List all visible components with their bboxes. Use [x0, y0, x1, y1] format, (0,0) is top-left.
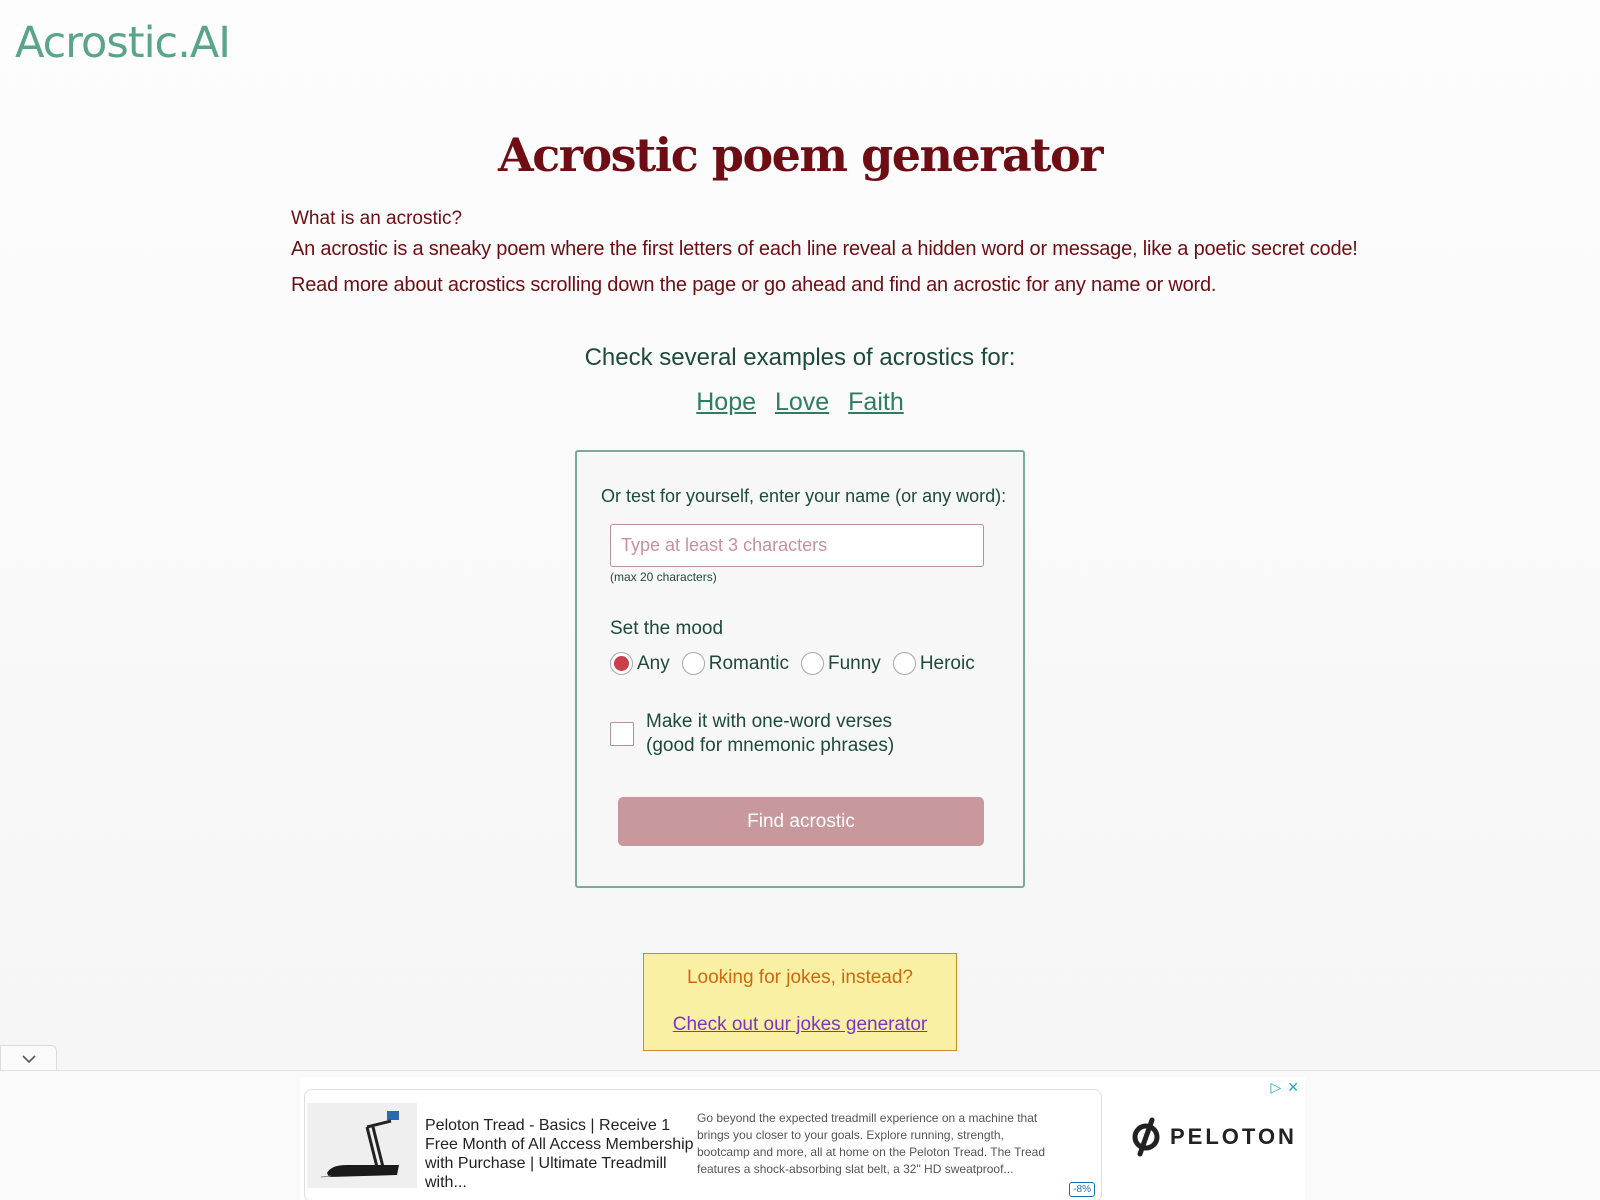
name-input[interactable]: [610, 524, 984, 567]
ad-description: Go beyond the expected treadmill experie…: [697, 1111, 1045, 1176]
mood-option-romantic[interactable]: Romantic: [681, 652, 789, 675]
ad-banner: Peloton Tread - Basics | Receive 1 Free …: [0, 1070, 1600, 1200]
radio-button[interactable]: [892, 652, 916, 675]
intro-paragraph: Read more about acrostics scrolling down…: [291, 274, 1217, 296]
treadmill-icon: [320, 1111, 399, 1178]
mood-radio-group: Any Romantic Funny Heroic: [610, 652, 987, 675]
one-word-label: Make it with one-word verses (good for m…: [646, 710, 894, 758]
ad-container: Peloton Tread - Basics | Receive 1 Free …: [300, 1077, 1305, 1200]
one-word-checkbox[interactable]: [610, 722, 634, 746]
intro-section: What is an acrostic? An acrostic is a sn…: [291, 208, 1358, 310]
mood-option-label: Funny: [828, 652, 881, 674]
mood-option-label: Romantic: [708, 652, 789, 674]
max-chars-hint: (max 20 characters): [610, 570, 717, 584]
site-logo[interactable]: Acrostic.AI: [15, 18, 231, 68]
peloton-logo-icon: [1132, 1117, 1160, 1157]
chevron-down-icon: [21, 1054, 36, 1063]
ad-headline[interactable]: Peloton Tread - Basics | Receive 1 Free …: [425, 1116, 703, 1192]
acrostic-form: Or test for yourself, enter your name (o…: [575, 450, 1025, 888]
mood-option-label: Any: [637, 652, 670, 674]
radio-button-checked[interactable]: [610, 652, 633, 675]
mood-option-any[interactable]: Any: [610, 652, 670, 675]
ad-discount-badge: -8%: [1069, 1182, 1095, 1197]
mood-option-funny[interactable]: Funny: [801, 652, 881, 675]
ad-brand-name: PELOTON: [1170, 1124, 1297, 1149]
close-icon[interactable]: ✕: [1287, 1079, 1299, 1096]
radio-button[interactable]: [801, 652, 824, 675]
example-link-faith[interactable]: Faith: [848, 388, 904, 416]
ad-brand-logo[interactable]: PELOTON: [1130, 1117, 1297, 1157]
find-acrostic-button[interactable]: Find acrostic: [618, 797, 984, 846]
ad-choices[interactable]: ▷ ✕: [1270, 1079, 1299, 1096]
treadmill-image: [307, 1103, 417, 1188]
mood-option-heroic[interactable]: Heroic: [892, 652, 975, 675]
example-link-hope[interactable]: Hope: [696, 388, 756, 416]
one-word-label-line1: Make it with one-word verses: [646, 711, 893, 732]
ad-card[interactable]: Peloton Tread - Basics | Receive 1 Free …: [304, 1089, 1102, 1200]
one-word-option[interactable]: Make it with one-word verses (good for m…: [610, 710, 894, 758]
radio-button[interactable]: [681, 652, 705, 675]
page-title: Acrostic poem generator: [498, 128, 1103, 182]
intro-paragraph: An acrostic is a sneaky poem where the f…: [291, 238, 1358, 260]
example-link-love[interactable]: Love: [775, 388, 829, 416]
jokes-promo: Looking for jokes, instead? Check out ou…: [643, 953, 957, 1051]
examples-heading: Check several examples of acrostics for:: [584, 344, 1016, 371]
adchoices-play-icon[interactable]: ▷: [1270, 1079, 1281, 1096]
jokes-generator-link[interactable]: Check out our jokes generator: [673, 1014, 928, 1036]
ad-collapse-button[interactable]: [0, 1045, 57, 1071]
mood-option-label: Heroic: [919, 652, 975, 674]
mood-label: Set the mood: [610, 618, 724, 639]
one-word-label-line2: (good for mnemonic phrases): [646, 735, 895, 756]
jokes-promo-title: Looking for jokes, instead?: [686, 967, 914, 988]
intro-question: What is an acrostic?: [291, 208, 463, 229]
name-input-label: Or test for yourself, enter your name (o…: [601, 486, 1007, 506]
examples-links: Hope Love Faith: [0, 388, 1600, 417]
